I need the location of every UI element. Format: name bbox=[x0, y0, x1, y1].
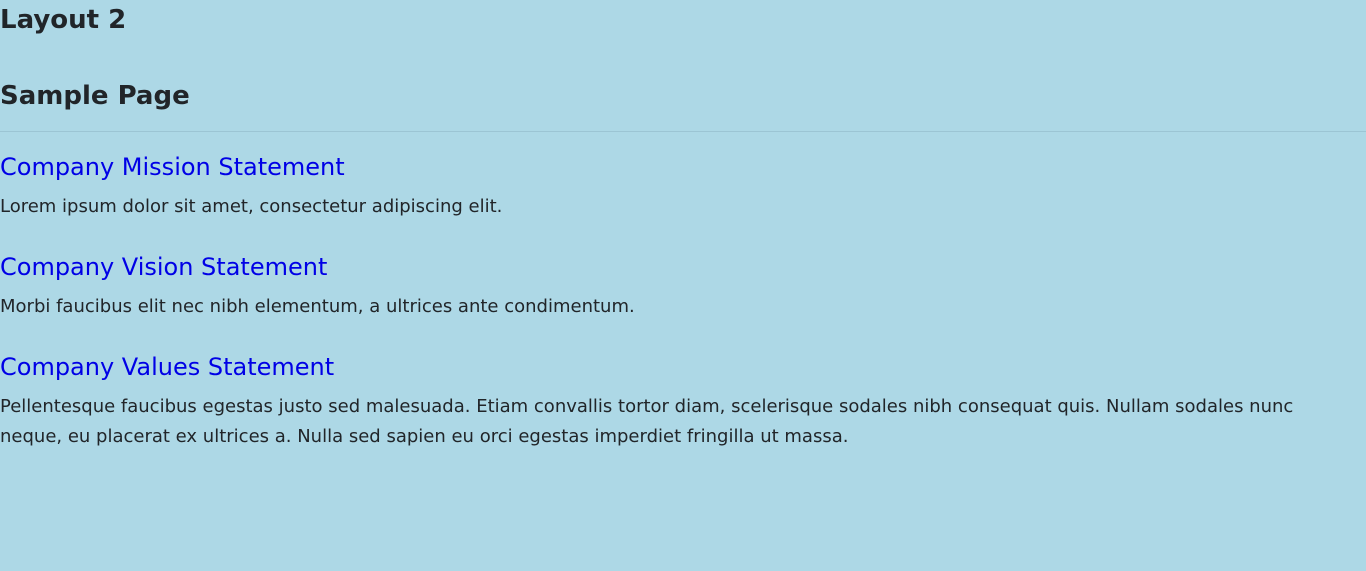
values-statement-text: Pellentesque faucibus egestas justo sed … bbox=[0, 396, 1294, 447]
values-statement-link[interactable]: Company Values Statement bbox=[0, 352, 334, 382]
layout-title: Layout 2 bbox=[0, 5, 127, 35]
mission-section: Company Mission Statement Lorem ipsum do… bbox=[0, 152, 1366, 222]
mission-statement-text: Lorem ipsum dolor sit amet, consectetur … bbox=[0, 196, 503, 217]
page-title: Sample Page bbox=[0, 81, 190, 111]
vision-statement-link[interactable]: Company Vision Statement bbox=[0, 252, 327, 282]
vision-statement-text: Morbi faucibus elit nec nibh elementum, … bbox=[0, 296, 635, 317]
mission-statement-link[interactable]: Company Mission Statement bbox=[0, 152, 345, 182]
page-header: Layout 2 Sample Page bbox=[0, 0, 1366, 132]
vision-section: Company Vision Statement Morbi faucibus … bbox=[0, 252, 1366, 322]
values-section: Company Values Statement Pellentesque fa… bbox=[0, 352, 1366, 452]
